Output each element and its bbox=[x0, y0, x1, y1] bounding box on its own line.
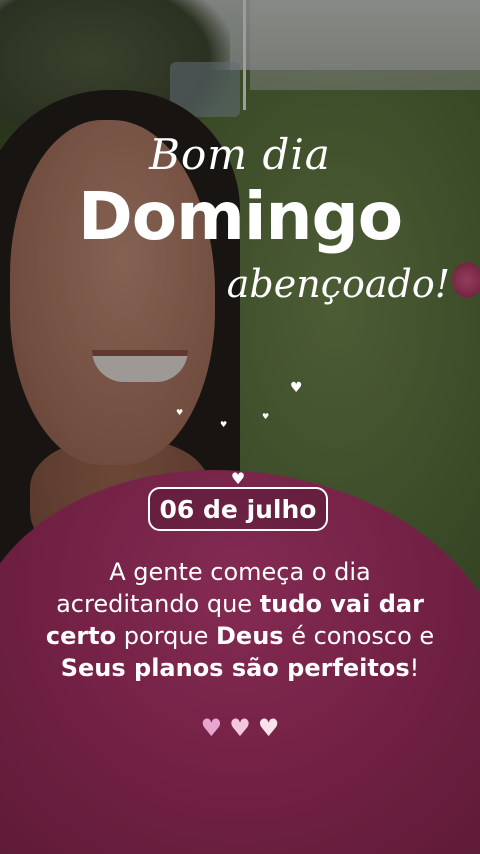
date-text: 06 de julho bbox=[159, 494, 317, 524]
hearts-row: ♥ ♥ ♥ bbox=[0, 714, 480, 742]
message-text: A gente começa o dia acreditando que tud… bbox=[45, 558, 435, 682]
heart-icon: ♥ bbox=[230, 469, 246, 488]
heart-icon: ♥ bbox=[229, 714, 251, 742]
heart-icon: ♥ bbox=[200, 714, 223, 742]
small-heart-icon: ♥ bbox=[220, 420, 228, 429]
small-heart-icon: ♥ bbox=[290, 380, 303, 396]
greeting-domingo: Domingo bbox=[77, 178, 403, 255]
small-heart-icon: ♥ bbox=[262, 412, 270, 421]
small-heart-icon: ♥ bbox=[176, 408, 184, 417]
heart-icon: ♥ bbox=[257, 714, 280, 742]
greeting-abencoado: abençoado! bbox=[226, 262, 450, 306]
greeting-bom-dia: Bom dia bbox=[149, 130, 331, 179]
date-badge: 06 de julho bbox=[148, 487, 328, 531]
